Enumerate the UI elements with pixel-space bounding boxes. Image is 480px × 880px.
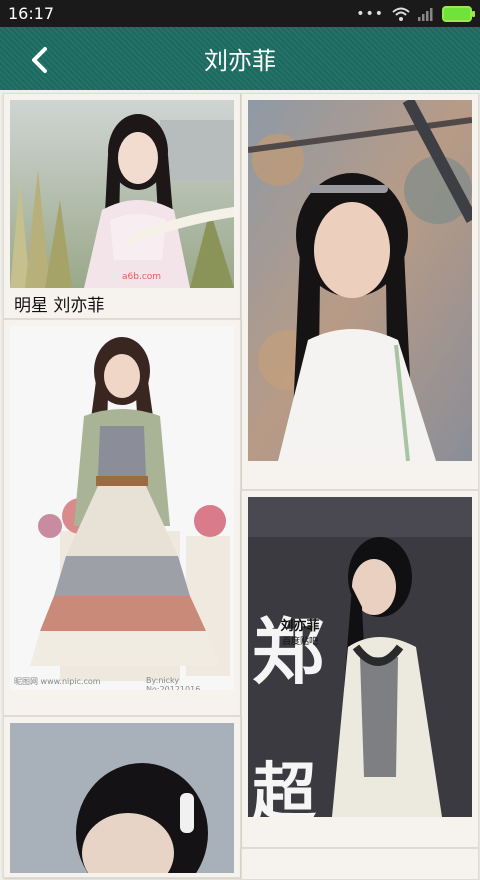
image-card[interactable]	[241, 93, 479, 490]
photo	[248, 100, 472, 461]
photo: a6b.com	[10, 100, 234, 288]
status-bar: 16:17 •••	[0, 0, 480, 27]
photo: 郑 超 刘亦菲 百度贴吧	[248, 497, 472, 817]
image-card[interactable]: 郑 超 刘亦菲 百度贴吧	[241, 490, 479, 848]
image-card[interactable]: 昵图网 www.nipic.com By:nicky No:20121016..…	[3, 319, 241, 716]
photo: 昵图网 www.nipic.com By:nicky No:20121016..…	[10, 326, 234, 690]
logo-subtitle: 百度贴吧	[281, 637, 318, 647]
app-bar: 刘亦菲	[0, 27, 480, 90]
status-time: 16:17	[8, 4, 55, 23]
page-title: 刘亦菲	[204, 47, 276, 75]
card-caption: 明星 刘亦菲	[14, 296, 105, 316]
wifi-icon	[392, 7, 410, 21]
status-icons: •••	[356, 6, 475, 22]
backdrop-char: 超	[252, 757, 317, 817]
image-grid: a6b.com 明星 刘亦菲 昵图网 www.nipic.com By:nick…	[0, 90, 480, 880]
image-card[interactable]: a6b.com 明星 刘亦菲	[3, 93, 241, 319]
more-dots-icon: •••	[356, 6, 384, 22]
signal-icon	[418, 7, 434, 21]
photo-watermark: 昵图网 www.nipic.com	[14, 677, 101, 686]
logo-title: 刘亦菲	[280, 619, 320, 634]
forum-logo: 刘亦菲 百度贴吧	[270, 615, 330, 655]
photo-watermark: By:nicky No:20121016...	[146, 676, 208, 690]
photo-watermark: a6b.com	[122, 272, 162, 282]
image-card[interactable]	[3, 716, 241, 878]
battery-icon	[442, 6, 475, 22]
photo	[10, 723, 234, 873]
